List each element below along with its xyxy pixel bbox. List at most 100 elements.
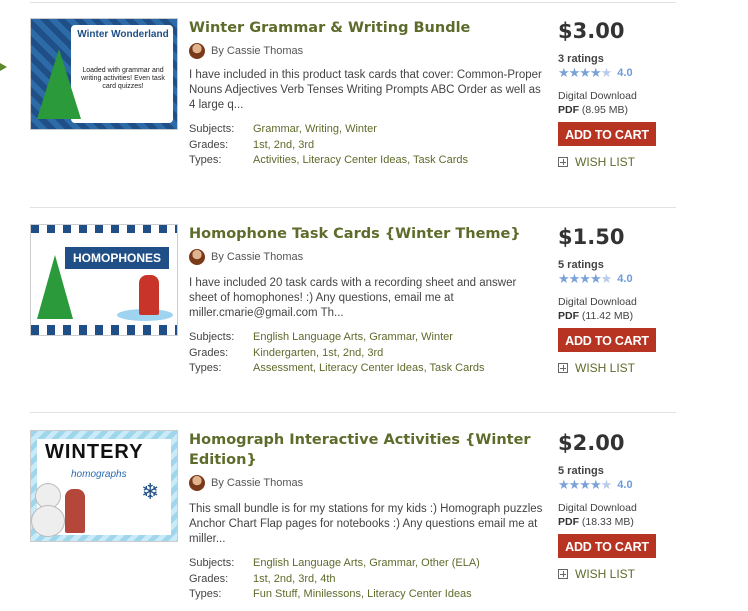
- plus-icon: [558, 569, 568, 579]
- thumbnail-subtitle: Loaded with grammar and writing activiti…: [81, 67, 165, 90]
- star-icon: ★: [600, 271, 613, 286]
- purchase-panel: $1.50 5 ratings ★★★★ ★ 4.0 Digital Downlo…: [558, 224, 676, 375]
- format: PDF: [558, 104, 579, 116]
- types-links[interactable]: Assessment, Literacy Center Ideas, Task …: [253, 361, 485, 377]
- product-description: This small bundle is for my stations for…: [189, 503, 543, 545]
- product-thumbnail[interactable]: HOMOPHONES: [30, 224, 178, 336]
- ratings-count[interactable]: 5 ratings: [558, 259, 676, 271]
- child-figure: [139, 275, 159, 315]
- star-rating: ★★★★ ★ 4.0: [558, 478, 676, 491]
- snowflake-icon: ❄: [141, 479, 160, 504]
- format: PDF: [558, 516, 579, 528]
- avatar: [189, 249, 205, 265]
- tree-icon: [37, 255, 73, 319]
- divider: [30, 412, 676, 413]
- price: $1.50: [558, 225, 625, 249]
- subjects-links[interactable]: English Language Arts, Grammar, Winter: [253, 330, 453, 346]
- add-to-cart-button[interactable]: ADD TO CART: [558, 534, 656, 558]
- avatar: [189, 43, 205, 59]
- rating-value: 4.0: [617, 478, 633, 491]
- ratings-count[interactable]: 5 ratings: [558, 465, 676, 477]
- author-prefix: By: [211, 45, 224, 57]
- author-prefix: By: [211, 251, 224, 263]
- wish-list-label: WISH LIST: [575, 155, 636, 169]
- snowman-body: [31, 505, 65, 537]
- grades-links[interactable]: 1st, 2nd, 3rd, 4th: [253, 572, 336, 588]
- product-title[interactable]: Homophone Task Cards {Winter Theme}: [189, 224, 545, 244]
- thumbnail-subtitle: homographs: [71, 469, 127, 480]
- download-label: Digital Download: [558, 90, 637, 102]
- subjects-links[interactable]: Grammar, Writing, Winter: [253, 122, 377, 138]
- format: PDF: [558, 310, 579, 322]
- star-icon: ★★★★: [558, 65, 602, 80]
- author-link[interactable]: Cassie Thomas: [227, 45, 303, 57]
- star-icon: ★: [600, 65, 613, 80]
- plus-icon: [558, 363, 568, 373]
- grades-links[interactable]: Kindergarten, 1st, 2nd, 3rd: [253, 346, 383, 362]
- download-label: Digital Download: [558, 502, 637, 514]
- purchase-panel: $2.00 5 ratings ★★★★ ★ 4.0 Digital Downlo…: [558, 430, 676, 581]
- subjects-label: Subjects:: [189, 557, 235, 569]
- thumbnail-border: [31, 325, 177, 335]
- author-line: By Cassie Thomas: [189, 42, 545, 60]
- product-info: Winter Grammar & Writing Bundle By Cassi…: [189, 18, 545, 169]
- plus-icon: [558, 157, 568, 167]
- child-figure: [65, 489, 85, 533]
- grades-label: Grades:: [189, 572, 229, 585]
- author-line: By Cassie Thomas: [189, 248, 545, 266]
- subjects-label: Subjects:: [189, 123, 235, 135]
- file-size: (8.95 MB): [581, 104, 629, 116]
- thumbnail-title: WINTERY: [45, 441, 144, 463]
- product-meta: Subjects: Grammar, Writing, Winter Grades…: [189, 122, 545, 169]
- rating-value: 4.0: [617, 66, 633, 79]
- wish-list-button[interactable]: WISH LIST: [558, 361, 676, 375]
- types-label: Types:: [189, 154, 222, 166]
- types-label: Types:: [189, 362, 222, 374]
- add-to-cart-button[interactable]: ADD TO CART: [558, 122, 656, 146]
- grades-links[interactable]: 1st, 2nd, 3rd: [253, 138, 314, 154]
- star-rating: ★★★★ ★ 4.0: [558, 66, 676, 79]
- product-title[interactable]: Winter Grammar & Writing Bundle: [189, 18, 545, 38]
- ratings-count[interactable]: 3 ratings: [558, 53, 676, 65]
- divider: [30, 2, 676, 3]
- price: $2.00: [558, 431, 625, 455]
- subjects-label: Subjects:: [189, 331, 235, 343]
- file-format: PDF (8.95 MB): [558, 104, 676, 116]
- product-info: Homophone Task Cards {Winter Theme} By C…: [189, 224, 545, 377]
- file-size: (18.33 MB): [581, 516, 634, 528]
- author-link[interactable]: Cassie Thomas: [227, 251, 303, 263]
- rating-value: 4.0: [617, 272, 633, 285]
- thumbnail-title: HOMOPHONES: [65, 247, 169, 269]
- file-format: PDF (11.42 MB): [558, 310, 676, 322]
- author-link[interactable]: Cassie Thomas: [227, 477, 303, 489]
- product-meta: Subjects: English Language Arts, Grammar,…: [189, 556, 545, 603]
- divider: [30, 207, 676, 208]
- purchase-panel: $3.00 3 ratings ★★★★ ★ 4.0 Digital Downlo…: [558, 18, 676, 169]
- product-description: I have included 20 task cards with a rec…: [189, 277, 517, 319]
- grades-label: Grades:: [189, 346, 229, 359]
- product-info: Homograph Interactive Activities {Winter…: [189, 430, 545, 603]
- types-links[interactable]: Activities, Literacy Center Ideas, Task …: [253, 153, 468, 169]
- avatar: [189, 475, 205, 491]
- star-rating: ★★★★ ★ 4.0: [558, 272, 676, 285]
- author-line: By Cassie Thomas: [189, 474, 545, 492]
- star-icon: ★★★★: [558, 271, 602, 286]
- star-icon: ★: [600, 477, 613, 492]
- product-thumbnail[interactable]: WINTERY homographs ❄: [30, 430, 178, 542]
- price: $3.00: [558, 19, 625, 43]
- wish-list-button[interactable]: WISH LIST: [558, 567, 676, 581]
- product-thumbnail[interactable]: Winter Wonderland Loaded with grammar an…: [30, 18, 178, 130]
- wish-list-button[interactable]: WISH LIST: [558, 155, 676, 169]
- types-links[interactable]: Fun Stuff, Minilessons, Literacy Center …: [253, 587, 472, 603]
- thumbnail-border: [31, 225, 177, 233]
- types-label: Types:: [189, 588, 222, 600]
- file-format: PDF (18.33 MB): [558, 516, 676, 528]
- author-prefix: By: [211, 477, 224, 489]
- subjects-links[interactable]: English Language Arts, Grammar, Other (E…: [253, 556, 480, 572]
- file-size: (11.42 MB): [581, 310, 634, 322]
- grades-label: Grades:: [189, 138, 229, 151]
- product-title[interactable]: Homograph Interactive Activities {Winter…: [189, 430, 545, 470]
- star-icon: ★★★★: [558, 477, 602, 492]
- thumbnail-title: Winter Wonderland: [77, 29, 169, 40]
- add-to-cart-button[interactable]: ADD TO CART: [558, 328, 656, 352]
